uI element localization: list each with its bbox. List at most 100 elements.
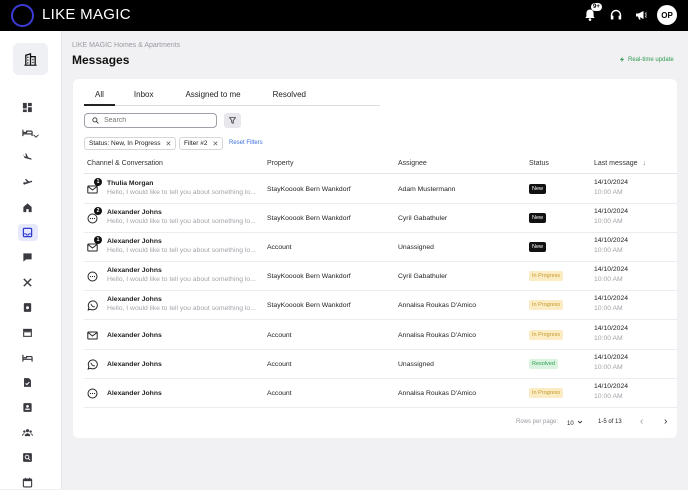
tab-all[interactable]: All <box>84 86 115 106</box>
filter-chip-label: Status: New, In Progress <box>89 140 161 147</box>
pagination-range: 1-5 of 13 <box>598 419 622 425</box>
filter-button[interactable] <box>224 113 241 128</box>
sidebar-item-team[interactable] <box>19 424 35 440</box>
sidebar-item-documents[interactable] <box>19 374 35 390</box>
breadcrumb[interactable]: LIKE MAGIC Homes & Apartments <box>72 42 180 49</box>
search-box-icon <box>22 452 32 462</box>
table-row[interactable]: Alexander Johns Hello, I would like to te… <box>84 262 677 292</box>
status-badge: New <box>529 184 547 194</box>
column-header-property[interactable]: Property <box>267 160 293 167</box>
filter-chip-2[interactable]: Filter #2 ✕ <box>179 137 224 150</box>
last-message-time: 10:00 AM <box>594 334 623 342</box>
sidebar-item-services[interactable] <box>19 274 35 290</box>
megaphone-icon[interactable] <box>634 8 648 22</box>
property-cell: StayKooook Bern Wankdorf <box>267 186 351 193</box>
last-message-time: 10:00 AM <box>594 189 623 196</box>
column-header-assignee[interactable]: Assignee <box>398 160 427 167</box>
building-icon[interactable] <box>13 43 48 75</box>
table-row[interactable]: Alexander Johns Hello, I would like to te… <box>84 291 677 321</box>
sidebar-item-rooms[interactable] <box>19 349 35 365</box>
property-cell: Account <box>267 389 292 397</box>
column-header-channel[interactable]: Channel & Conversation <box>87 160 163 167</box>
last-message-date: 14/10/2024 <box>594 237 629 245</box>
bed-icon <box>21 129 33 136</box>
sidebar-item-search[interactable] <box>19 449 35 465</box>
chevron-left-icon[interactable]: ‹ <box>640 416 643 427</box>
sidebar-item-dashboard[interactable] <box>19 99 35 115</box>
users-icon <box>21 428 33 436</box>
status-badge: In Progress <box>529 271 564 282</box>
last-message-date: 14/10/2024 <box>594 179 629 186</box>
table-row[interactable]: Alexander Johns Account Unassigned Resolved… <box>84 350 677 379</box>
sidebar-item-calendar[interactable] <box>19 474 35 490</box>
sort-arrow-down-icon[interactable]: ↓ <box>643 160 647 167</box>
last-message-date: 14/10/2024 <box>594 353 629 361</box>
last-message-time: 10:00 AM <box>594 218 623 226</box>
plane-takeoff-icon <box>22 178 32 187</box>
contact-name: Thulia Morgan <box>107 180 154 187</box>
rows-per-page-select[interactable]: 10 <box>567 419 583 427</box>
contact-name: Alexander Johns <box>107 238 162 246</box>
last-message-date: 14/10/2024 <box>594 295 629 303</box>
headset-icon[interactable] <box>609 8 623 22</box>
sidebar-item-store[interactable] <box>19 324 35 340</box>
sidebar-item-chat[interactable] <box>19 249 35 265</box>
status-badge: In Progress <box>529 387 564 398</box>
tab-resolved[interactable]: Resolved <box>252 86 317 106</box>
bed-outline-icon <box>21 354 33 362</box>
sidebar-item-guests[interactable] <box>19 399 35 415</box>
message-preview: Hello, I would like to tell you about so… <box>107 276 256 284</box>
sidebar-item-arrivals[interactable] <box>19 149 35 165</box>
search-box <box>84 113 217 128</box>
contact-name: Alexander Johns <box>107 267 162 275</box>
assignee-cell: Annalisa Roukas D'Amico <box>398 302 476 310</box>
assignee-cell: Unassigned <box>398 360 434 368</box>
table-row[interactable]: 1 Alexander Johns Hello, I would like to t… <box>84 233 677 263</box>
tab-assigned-to-me[interactable]: Assigned to me <box>164 86 251 106</box>
column-header-status[interactable]: Status <box>529 160 549 167</box>
table-row[interactable]: Alexander Johns Account Annalisa Roukas D'… <box>84 379 677 408</box>
user-avatar[interactable]: OP <box>657 5 677 25</box>
sidebar <box>0 31 62 489</box>
property-cell: Account <box>267 360 292 368</box>
last-message-time: 10:00 AM <box>594 363 623 371</box>
inbox-icon <box>22 227 32 237</box>
search-input[interactable] <box>104 117 204 124</box>
filter-chip-label: Filter #2 <box>184 140 208 147</box>
reset-filters-link[interactable]: Reset Filters <box>229 140 263 146</box>
property-cell: StayKooook Bern Wankdorf <box>267 215 351 223</box>
top-bar: LIKE MAGIC 9+ OP <box>0 0 688 31</box>
sidebar-item-messages[interactable] <box>19 224 35 240</box>
message-preview: Hello, I would like to tell you about so… <box>107 218 256 226</box>
assignee-cell: Annalisa Roukas D'Amico <box>398 389 476 397</box>
chevron-right-icon[interactable]: › <box>664 416 667 427</box>
assignee-cell: Adam Mustermann <box>398 186 456 193</box>
tab-inbox[interactable]: Inbox <box>115 86 165 106</box>
property-cell: Account <box>267 244 292 252</box>
status-badge: In Progress <box>529 300 564 311</box>
contact-name: Alexander Johns <box>107 360 162 368</box>
sidebar-item-departures[interactable] <box>19 174 35 190</box>
filter-chip-status[interactable]: Status: New, In Progress ✕ <box>84 137 177 150</box>
assignee-cell: Annalisa Roukas D'Amico <box>398 331 476 339</box>
tag-icon <box>23 302 31 312</box>
column-header-last-message[interactable]: Last message ↓ <box>594 160 646 167</box>
message-preview: Hello, I would like to tell you about so… <box>107 305 256 313</box>
last-message-date: 14/10/2024 <box>594 208 629 216</box>
lightning-icon <box>619 56 625 63</box>
close-icon[interactable]: ✕ <box>212 140 218 148</box>
assignee-cell: Cyril Gabathuler <box>398 215 448 223</box>
property-cell: StayKooook Bern Wankdorf <box>267 302 351 310</box>
close-icon[interactable]: ✕ <box>166 140 172 148</box>
last-message-time: 10:00 AM <box>594 276 623 284</box>
table-row[interactable]: 1 Thulia Morgan Hello, I would like to tel… <box>84 175 677 204</box>
chevron-down-icon[interactable] <box>32 127 40 138</box>
table-row[interactable]: 2 Alexander Johns Hello, I would like to t… <box>84 204 677 234</box>
whatsapp-icon <box>87 300 98 312</box>
calendar-icon <box>22 477 32 487</box>
table-row[interactable]: Alexander Johns Account Annalisa Roukas D'… <box>84 321 677 350</box>
sidebar-item-upsell[interactable] <box>19 299 35 315</box>
last-message-date: 14/10/2024 <box>594 266 629 274</box>
sidebar-item-home[interactable] <box>19 199 35 215</box>
last-message-date: 14/10/2024 <box>594 324 629 332</box>
